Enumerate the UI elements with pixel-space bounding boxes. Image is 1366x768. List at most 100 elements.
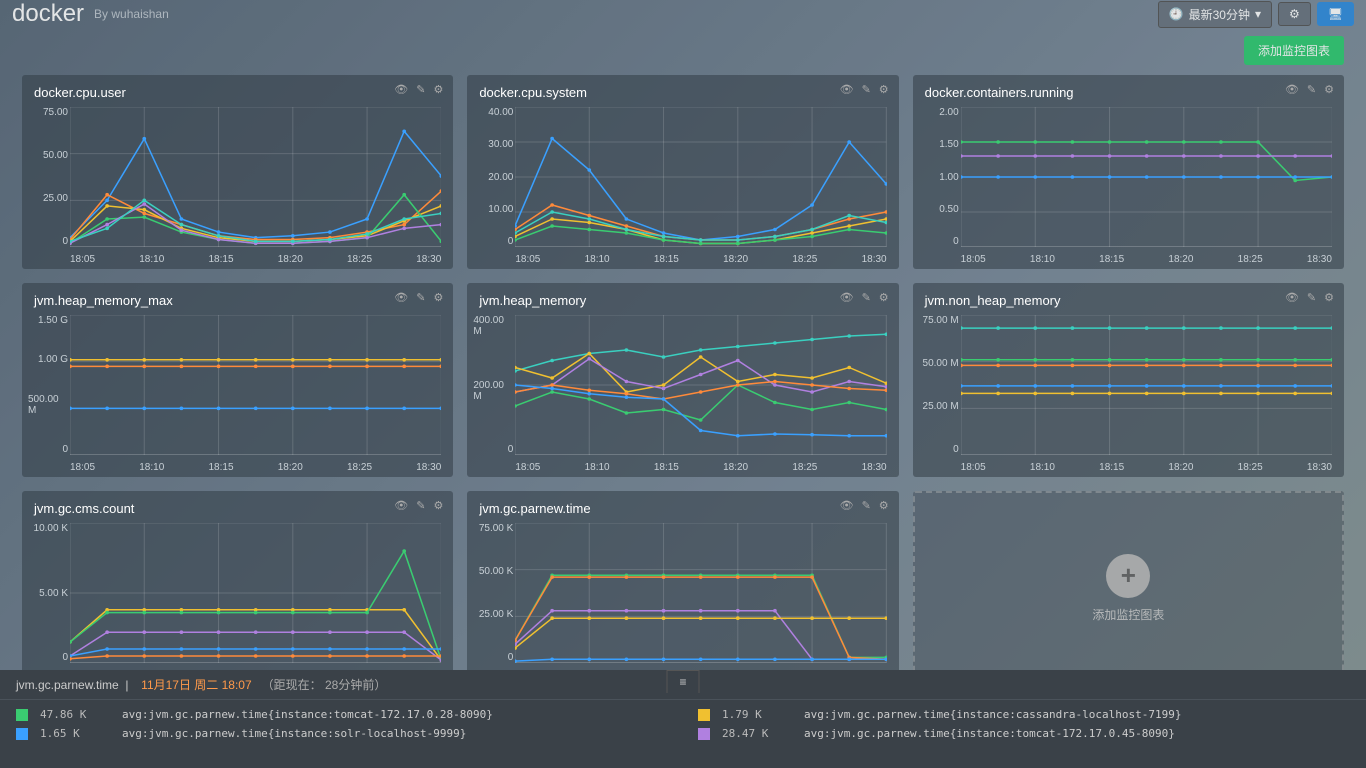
panel-gc_parnew[interactable]: jvm.gc.parnew.time 👁 ✎ ⚙ 75.00 K50.00 K2… xyxy=(467,491,898,685)
panel-heap_memory[interactable]: jvm.heap_memory 👁 ✎ ⚙ 400.00 M200.00 M0 … xyxy=(467,283,898,477)
legend-label: avg:jvm.gc.parnew.time{instance:tomcat-1… xyxy=(122,708,493,721)
add-panel-label: 添加监控图表 xyxy=(1092,606,1164,623)
chart-area xyxy=(515,315,886,455)
bars-icon: ≡ xyxy=(679,675,686,689)
gear-icon[interactable]: ⚙ xyxy=(879,499,889,512)
x-axis: 18:0518:1018:1518:2018:2518:30 xyxy=(70,462,441,473)
legend-grid: 47.86 K avg:jvm.gc.parnew.time{instance:… xyxy=(0,700,1366,748)
gear-icon[interactable]: ⚙ xyxy=(433,291,443,304)
legend-value: 28.47 K xyxy=(722,727,792,740)
eye-icon[interactable]: 👁 xyxy=(394,499,408,512)
panel-title: jvm.non_heap_memory xyxy=(925,293,1332,308)
panel-title: docker.cpu.system xyxy=(479,85,886,100)
y-axis: 400.00 M200.00 M0 xyxy=(473,315,513,455)
legend-row[interactable]: 28.47 K avg:jvm.gc.parnew.time{instance:… xyxy=(698,727,1350,740)
eye-icon[interactable]: 👁 xyxy=(394,291,408,304)
eye-icon[interactable]: 👁 xyxy=(840,499,854,512)
eye-icon[interactable]: 👁 xyxy=(394,83,408,96)
legend-swatch xyxy=(16,728,28,740)
y-axis: 75.0050.0025.000 xyxy=(28,107,68,247)
gear-icon[interactable]: ⚙ xyxy=(879,291,889,304)
footer-relative: （距现在： 28分钟前） xyxy=(262,676,387,693)
x-axis: 18:0518:1018:1518:2018:2518:30 xyxy=(515,462,886,473)
panel-title: jvm.gc.cms.count xyxy=(34,501,441,516)
eye-icon[interactable]: 👁 xyxy=(1285,291,1299,304)
dashboard: 添加监控图表 docker.cpu.user 👁 ✎ ⚙ 75.0050.002… xyxy=(0,28,1366,693)
legend-label: avg:jvm.gc.parnew.time{instance:tomcat-1… xyxy=(804,727,1175,740)
gear-icon: ⚙ xyxy=(1289,7,1300,21)
x-axis: 18:0518:1018:1518:2018:2518:30 xyxy=(515,254,886,265)
eye-icon[interactable]: 👁 xyxy=(1285,83,1299,96)
legend-row[interactable]: 1.79 K avg:jvm.gc.parnew.time{instance:c… xyxy=(698,708,1350,721)
gear-icon[interactable]: ⚙ xyxy=(1324,83,1334,96)
y-axis: 75.00 M50.00 M25.00 M0 xyxy=(919,315,959,455)
legend-swatch xyxy=(16,709,28,721)
page-title: docker xyxy=(12,0,84,28)
monitor-icon: 🖥 xyxy=(1328,7,1343,21)
display-button[interactable]: 🖥 xyxy=(1317,2,1354,26)
chart-area xyxy=(961,107,1332,247)
y-axis: 10.00 K5.00 K0 xyxy=(28,523,68,663)
edit-icon[interactable]: ✎ xyxy=(862,83,871,96)
footer: ≡ jvm.gc.parnew.time | 11月17日 周二 18:07 （… xyxy=(0,670,1366,768)
panel-grid: docker.cpu.user 👁 ✎ ⚙ 75.0050.0025.000 1… xyxy=(22,75,1344,685)
panel-gc_cms[interactable]: jvm.gc.cms.count 👁 ✎ ⚙ 10.00 K5.00 K0 18… xyxy=(22,491,453,685)
eye-icon[interactable]: 👁 xyxy=(840,291,854,304)
panel-title: jvm.heap_memory_max xyxy=(34,293,441,308)
footer-collapse-button[interactable]: ≡ xyxy=(666,670,699,693)
legend-label: avg:jvm.gc.parnew.time{instance:solr-loc… xyxy=(122,727,466,740)
y-axis: 1.50 G1.00 G500.00 M0 xyxy=(28,315,68,455)
add-panel[interactable]: + 添加监控图表 xyxy=(913,491,1344,685)
time-range-button[interactable]: 🕘 最新30分钟 ▾ xyxy=(1158,1,1272,28)
edit-icon[interactable]: ✎ xyxy=(416,291,425,304)
gear-icon[interactable]: ⚙ xyxy=(879,83,889,96)
edit-icon[interactable]: ✎ xyxy=(416,83,425,96)
gear-icon[interactable]: ⚙ xyxy=(433,499,443,512)
edit-icon[interactable]: ✎ xyxy=(862,291,871,304)
panel-cpu_user[interactable]: docker.cpu.user 👁 ✎ ⚙ 75.0050.0025.000 1… xyxy=(22,75,453,269)
footer-timestamp: 11月17日 周二 18:07 xyxy=(141,676,252,693)
panel-cpu_system[interactable]: docker.cpu.system 👁 ✎ ⚙ 40.0030.0020.001… xyxy=(467,75,898,269)
author-label: By wuhaishan xyxy=(94,7,169,21)
chart-area xyxy=(70,107,441,247)
settings-button[interactable]: ⚙ xyxy=(1278,2,1311,26)
x-axis: 18:0518:1018:1518:2018:2518:30 xyxy=(70,254,441,265)
time-range-label: 最新30分钟 xyxy=(1189,6,1250,23)
chart-area xyxy=(70,315,441,455)
chart-area xyxy=(515,523,886,663)
chart-area xyxy=(961,315,1332,455)
legend-value: 47.86 K xyxy=(40,708,110,721)
panel-title: docker.cpu.user xyxy=(34,85,441,100)
panel-title: docker.containers.running xyxy=(925,85,1332,100)
panel-containers_running[interactable]: docker.containers.running 👁 ✎ ⚙ 2.001.50… xyxy=(913,75,1344,269)
chevron-down-icon: ▾ xyxy=(1255,7,1261,21)
legend-swatch xyxy=(698,728,710,740)
panel-non_heap[interactable]: jvm.non_heap_memory 👁 ✎ ⚙ 75.00 M50.00 M… xyxy=(913,283,1344,477)
footer-metric: jvm.gc.parnew.time xyxy=(16,678,119,692)
panel-title: jvm.gc.parnew.time xyxy=(479,501,886,516)
gear-icon[interactable]: ⚙ xyxy=(1324,291,1334,304)
add-chart-button[interactable]: 添加监控图表 xyxy=(1244,36,1344,65)
clock-icon: 🕘 xyxy=(1169,7,1184,21)
legend-row[interactable]: 1.65 K avg:jvm.gc.parnew.time{instance:s… xyxy=(16,727,668,740)
edit-icon[interactable]: ✎ xyxy=(416,499,425,512)
plus-icon: + xyxy=(1106,554,1150,598)
y-axis: 2.001.501.000.500 xyxy=(919,107,959,247)
eye-icon[interactable]: 👁 xyxy=(840,83,854,96)
panel-title: jvm.heap_memory xyxy=(479,293,886,308)
edit-icon[interactable]: ✎ xyxy=(1307,83,1316,96)
x-axis: 18:0518:1018:1518:2018:2518:30 xyxy=(961,462,1332,473)
y-axis: 40.0030.0020.0010.000 xyxy=(473,107,513,247)
topbar: docker By wuhaishan 🕘 最新30分钟 ▾ ⚙ 🖥 xyxy=(0,0,1366,28)
gear-icon[interactable]: ⚙ xyxy=(433,83,443,96)
chart-area xyxy=(515,107,886,247)
legend-row[interactable]: 47.86 K avg:jvm.gc.parnew.time{instance:… xyxy=(16,708,668,721)
edit-icon[interactable]: ✎ xyxy=(1307,291,1316,304)
x-axis: 18:0518:1018:1518:2018:2518:30 xyxy=(961,254,1332,265)
edit-icon[interactable]: ✎ xyxy=(862,499,871,512)
y-axis: 75.00 K50.00 K25.00 K0 xyxy=(473,523,513,663)
legend-value: 1.65 K xyxy=(40,727,110,740)
panel-heap_max[interactable]: jvm.heap_memory_max 👁 ✎ ⚙ 1.50 G1.00 G50… xyxy=(22,283,453,477)
legend-value: 1.79 K xyxy=(722,708,792,721)
legend-label: avg:jvm.gc.parnew.time{instance:cassandr… xyxy=(804,708,1182,721)
